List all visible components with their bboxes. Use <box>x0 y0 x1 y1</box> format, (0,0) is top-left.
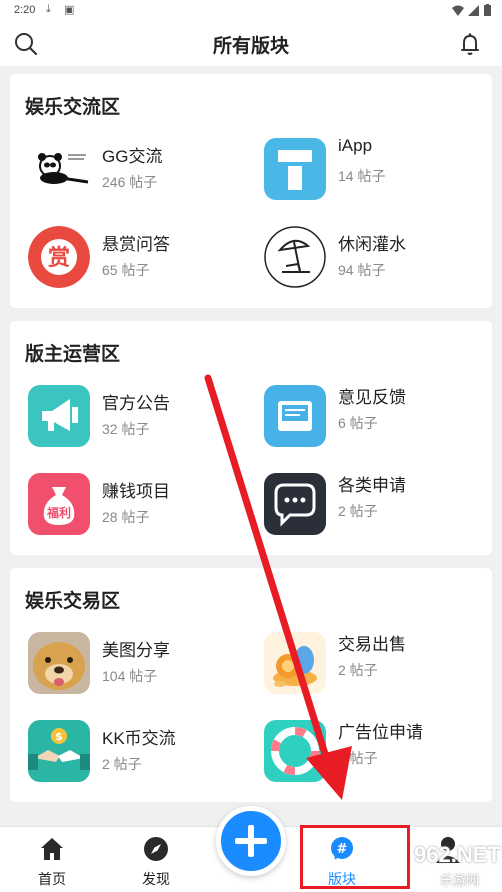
page-title: 所有版块 <box>212 36 289 57</box>
forum-name: 各类申请 <box>338 476 406 495</box>
iapp-logo-icon <box>264 138 326 200</box>
forum-name: KK币交流 <box>102 729 176 748</box>
forum-post-count: 2 帖子 <box>338 662 378 678</box>
forum-kk-coin[interactable]: $ KK币交流 2 帖子 <box>28 718 258 784</box>
annotation-highlight-box <box>300 825 410 889</box>
forum-post-count: 32 帖子 <box>102 421 150 437</box>
reward-icon-text: 赏 <box>48 246 70 271</box>
forum-post-count: 104 帖子 <box>102 668 158 684</box>
tab-home[interactable]: 首页 <box>12 827 92 892</box>
forum-name: 休闲灌水 <box>338 235 406 254</box>
status-bar: 2:20 ⤓ ▣ <box>0 0 502 22</box>
section-title: 娱乐交流区 <box>25 97 121 118</box>
beach-umbrella-icon <box>264 226 326 288</box>
section-title: 娱乐交易区 <box>25 591 121 612</box>
forum-post-count: 65 帖子 <box>102 262 150 278</box>
mail-icon <box>264 385 326 447</box>
bell-icon[interactable] <box>456 30 484 58</box>
forum-gg-exchange[interactable]: GG交流 246 帖子 <box>28 136 258 202</box>
forum-name: GG交流 <box>102 147 163 166</box>
section-title: 版主运营区 <box>25 344 121 365</box>
forum-money-projects[interactable]: 福利 赚钱项目 28 帖子 <box>28 471 258 537</box>
forum-name: 美图分享 <box>102 641 170 660</box>
forum-post-count: 14 帖子 <box>338 168 386 184</box>
forum-post-count: 6 帖子 <box>338 415 378 431</box>
tab-label: 首页 <box>38 871 66 887</box>
forum-applications[interactable]: 各类申请 2 帖子 <box>264 471 494 537</box>
battery-icon <box>484 4 491 16</box>
forum-post-count: 2 帖子 <box>102 756 142 772</box>
reward-icon: 赏 <box>28 226 90 288</box>
forum-name: 赚钱项目 <box>102 482 170 501</box>
compass-icon <box>144 837 168 861</box>
wifi-icon <box>452 5 464 16</box>
image-icon: ▣ <box>64 4 75 16</box>
forum-post-count: 28 帖子 <box>102 509 150 525</box>
dog-photo-icon <box>28 632 90 694</box>
forum-announcements[interactable]: 官方公告 32 帖子 <box>28 383 258 449</box>
money-bag-icon-text: 福利 <box>46 505 71 520</box>
forum-post-count: 94 帖子 <box>338 262 386 278</box>
money-bag-icon: 福利 <box>28 473 90 535</box>
section-entertainment-trade: 娱乐交易区 美图分享 104 帖子 交易出售 2 帖子 $ KK币交流 2 帖子… <box>10 568 492 802</box>
tab-label: 发现 <box>142 871 170 887</box>
handshake-icon: $ <box>28 720 90 782</box>
forum-name: 悬赏问答 <box>102 235 170 254</box>
forum-post-count: 246 帖子 <box>102 174 158 190</box>
megaphone-icon <box>28 385 90 447</box>
forum-name: 广告位申请 <box>338 723 423 742</box>
download-icon: ⤓ <box>46 3 51 15</box>
forum-iapp[interactable]: iApp 14 帖子 <box>264 136 494 202</box>
forum-bounty-qa[interactable]: 赏 悬赏问答 65 帖子 <box>28 224 258 290</box>
signal-icon <box>468 5 479 16</box>
forum-name: 意见反馈 <box>338 388 406 407</box>
header-bar: 所有版块 <box>0 22 502 66</box>
forum-ad-slot-apply[interactable]: 广告位申请 1 帖子 <box>264 718 494 784</box>
panda-meme-icon <box>28 138 90 200</box>
watermark-subtitle: 乐游网 <box>440 873 480 888</box>
status-time: 2:20 <box>14 4 36 16</box>
forum-name: iApp <box>338 136 373 155</box>
forum-name: 交易出售 <box>338 635 406 654</box>
lifebuoy-icon <box>264 720 326 782</box>
create-post-button[interactable] <box>216 806 286 876</box>
chat-bubble-icon <box>264 473 326 535</box>
svg-text:$: $ <box>55 730 63 743</box>
forum-name: 官方公告 <box>102 394 170 413</box>
forum-post-count: 1 帖子 <box>338 750 378 766</box>
watermark: 962.NET 乐游网 <box>400 842 502 892</box>
tab-discover[interactable]: 发现 <box>116 827 196 892</box>
home-icon <box>41 838 63 860</box>
forum-casual-chat[interactable]: 休闲灌水 94 帖子 <box>264 224 494 290</box>
section-moderator-operations: 版主运营区 官方公告 32 帖子 意见反馈 6 帖子 福利 赚钱项目 28 帖子… <box>10 321 492 555</box>
forum-post-count: 2 帖子 <box>338 503 378 519</box>
forum-feedback[interactable]: 意见反馈 6 帖子 <box>264 383 494 449</box>
watermark-logo-text: 962.NET <box>414 842 501 867</box>
coins-icon <box>264 632 326 694</box>
forum-trade-sale[interactable]: 交易出售 2 帖子 <box>264 630 494 696</box>
plus-icon <box>235 825 267 857</box>
section-entertainment-exchange: 娱乐交流区 GG交流 246 帖子 iApp 14 帖子 赏 悬赏问答 65 帖… <box>10 74 492 308</box>
forum-photo-sharing[interactable]: 美图分享 104 帖子 <box>28 630 258 696</box>
